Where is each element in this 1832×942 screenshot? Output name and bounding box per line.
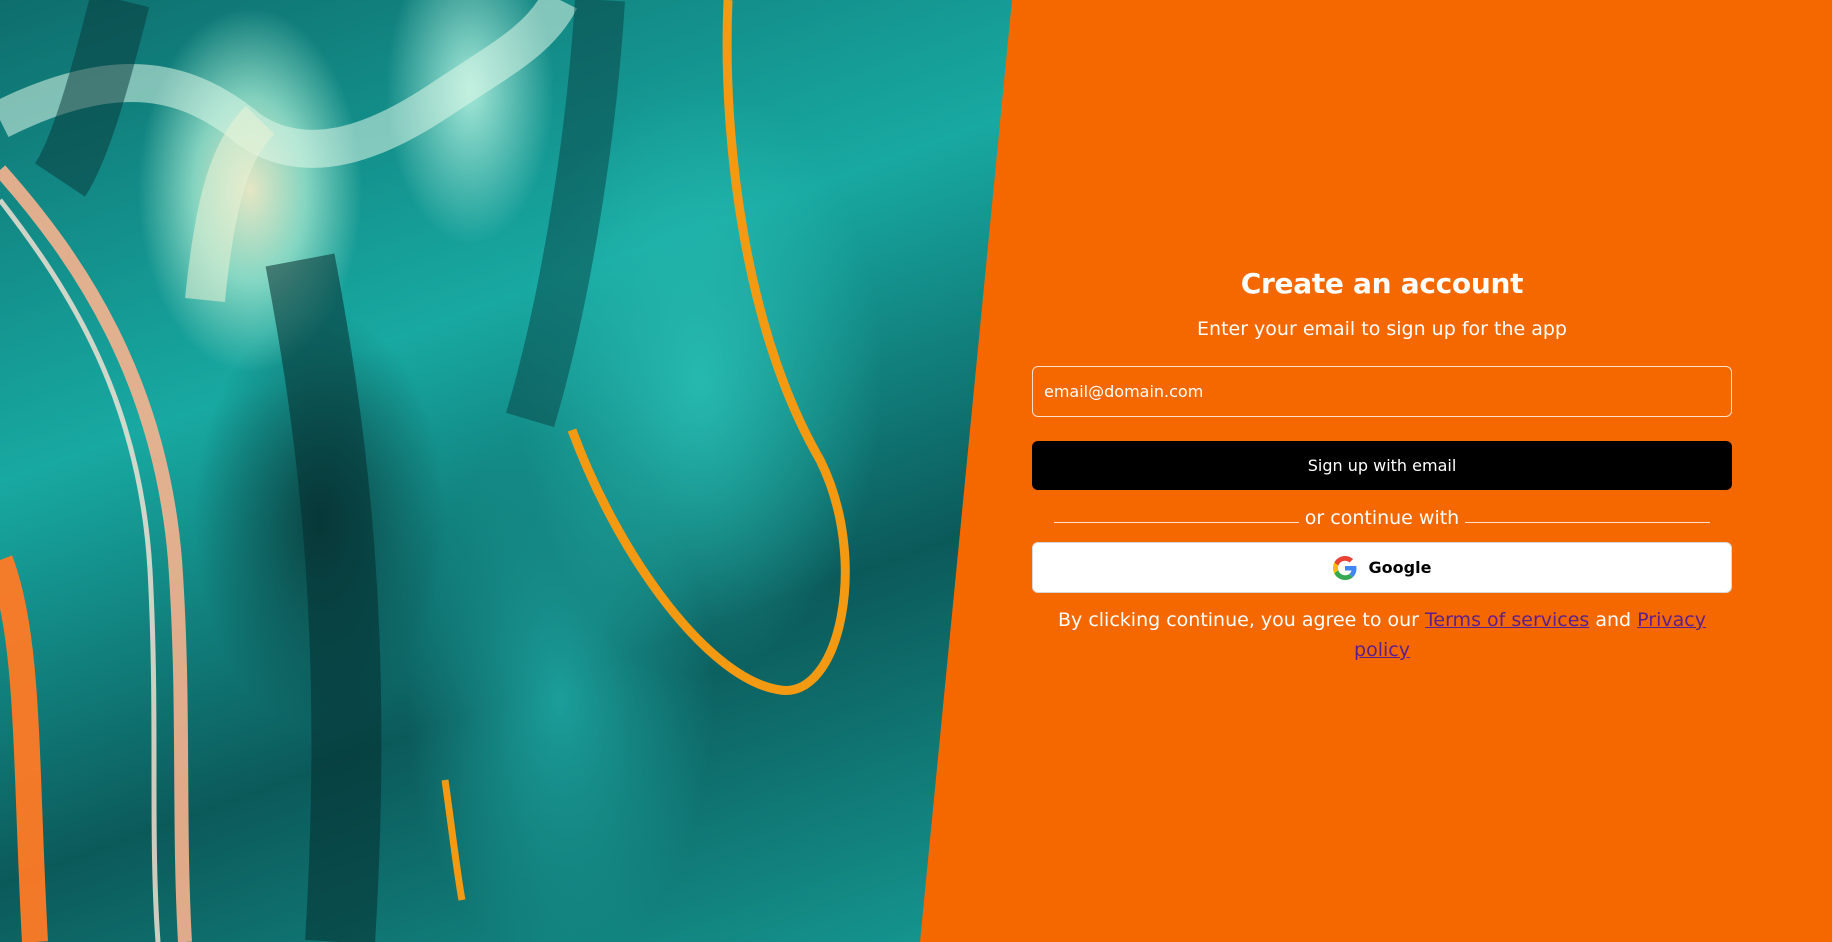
legal-notice: By clicking continue, you agree to our T…	[1052, 605, 1712, 665]
google-icon	[1332, 555, 1357, 580]
signup-form: Create an account Enter your email to si…	[1032, 262, 1732, 665]
page-subtitle: Enter your email to sign up for the app	[1197, 318, 1567, 340]
or-divider: or continue with	[1032, 504, 1732, 532]
legal-prefix: By clicking continue, you agree to our	[1058, 609, 1419, 631]
signup-page: Create an account Enter your email to si…	[0, 0, 1832, 942]
email-field[interactable]	[1032, 366, 1732, 417]
divider-line-right	[1465, 521, 1711, 523]
terms-of-service-link[interactable]: Terms of services	[1425, 609, 1589, 631]
divider-text: or continue with	[1304, 507, 1460, 529]
signup-with-email-button[interactable]: Sign up with email	[1032, 441, 1732, 490]
divider-line-left	[1054, 521, 1299, 523]
google-button-label: Google	[1368, 558, 1432, 577]
legal-conjunction: and	[1595, 609, 1632, 631]
google-signin-button[interactable]: Google	[1032, 542, 1732, 593]
page-title: Create an account	[1240, 267, 1524, 300]
